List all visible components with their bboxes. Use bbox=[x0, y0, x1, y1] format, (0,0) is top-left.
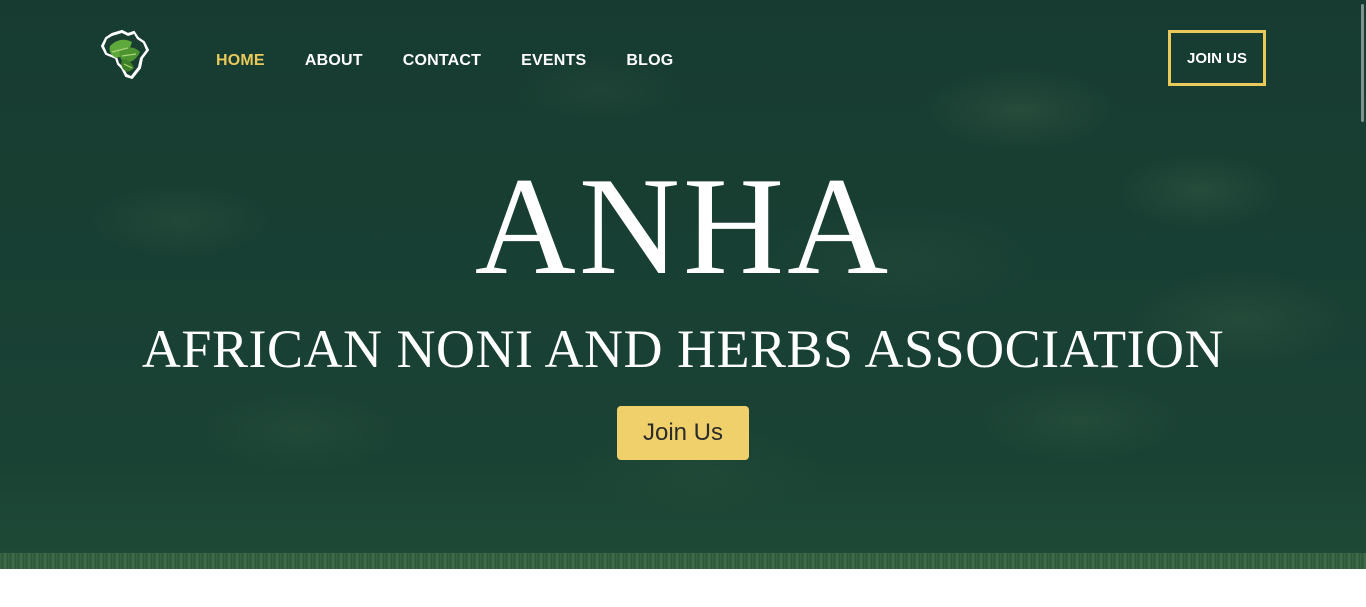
hero-subtitle: AFRICAN NONI AND HERBS ASSOCIATION bbox=[141, 319, 1225, 379]
main-navigation: HOME ABOUT CONTACT EVENTS BLOG bbox=[216, 50, 713, 72]
hero-ground-strip bbox=[0, 553, 1366, 569]
hero-title: ANHA bbox=[474, 149, 892, 304]
join-us-cta-button[interactable]: Join Us bbox=[617, 406, 749, 460]
nav-item-home[interactable]: HOME bbox=[216, 50, 265, 72]
nav-item-blog[interactable]: BLOG bbox=[626, 50, 673, 72]
africa-leaf-logo-icon[interactable] bbox=[98, 28, 152, 82]
nav-item-contact[interactable]: CONTACT bbox=[403, 50, 481, 72]
nav-item-about[interactable]: ABOUT bbox=[305, 50, 363, 72]
scrollbar[interactable] bbox=[1361, 4, 1364, 122]
join-us-nav-button[interactable]: JOIN US bbox=[1168, 30, 1266, 86]
nav-item-events[interactable]: EVENTS bbox=[521, 50, 586, 72]
